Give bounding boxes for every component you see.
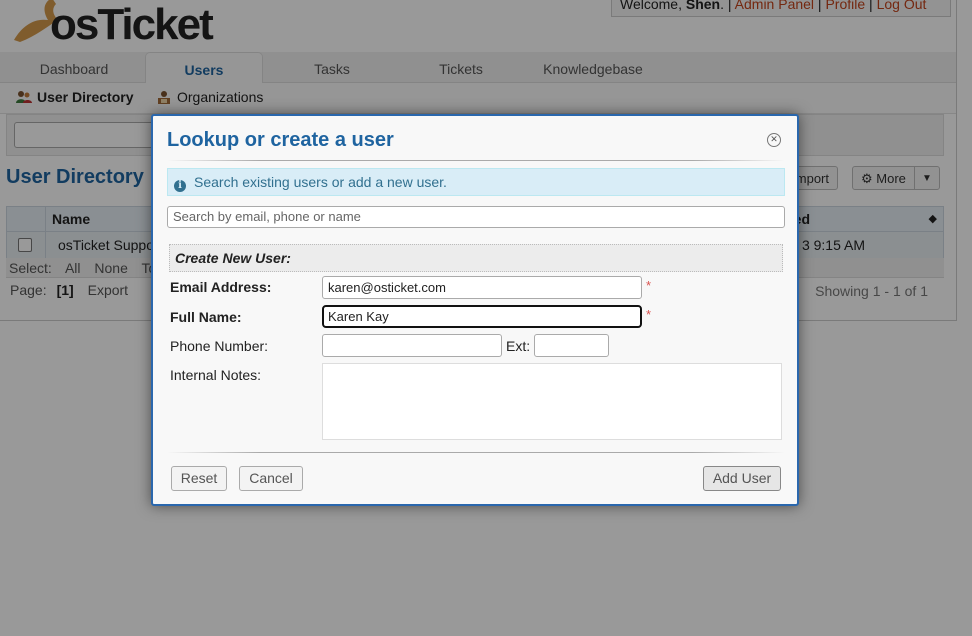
add-user-button[interactable]: Add User xyxy=(703,466,781,491)
phone-label: Phone Number: xyxy=(170,338,269,354)
info-message-text: Search existing users or add a new user. xyxy=(194,174,447,190)
email-required-marker: * xyxy=(646,278,652,293)
create-new-user-header: Create New User: xyxy=(169,244,783,272)
divider xyxy=(167,452,785,453)
internal-notes-field[interactable] xyxy=(322,363,782,440)
phone-field[interactable] xyxy=(322,334,502,357)
full-name-field[interactable]: Karen Kay xyxy=(322,305,642,328)
ext-label: Ext: xyxy=(506,338,531,354)
info-message: i Search existing users or add a new user… xyxy=(167,168,785,196)
dialog-title: Lookup or create a user xyxy=(167,129,394,151)
reset-button[interactable]: Reset xyxy=(171,466,227,491)
divider xyxy=(167,160,785,161)
cancel-button[interactable]: Cancel xyxy=(239,466,303,491)
close-icon[interactable]: ✕ xyxy=(767,133,781,147)
lookup-user-dialog: Lookup or create a user ✕ i Search existi… xyxy=(151,114,799,506)
email-field[interactable]: karen@osticket.com xyxy=(322,276,642,299)
ext-field[interactable] xyxy=(534,334,609,357)
internal-notes-label: Internal Notes: xyxy=(170,367,262,383)
lookup-search-input[interactable]: Search by email, phone or name xyxy=(167,206,785,228)
full-name-required-marker: * xyxy=(646,307,652,322)
info-icon: i xyxy=(174,180,186,192)
full-name-label: Full Name: xyxy=(170,309,242,325)
email-label: Email Address: xyxy=(170,279,272,295)
